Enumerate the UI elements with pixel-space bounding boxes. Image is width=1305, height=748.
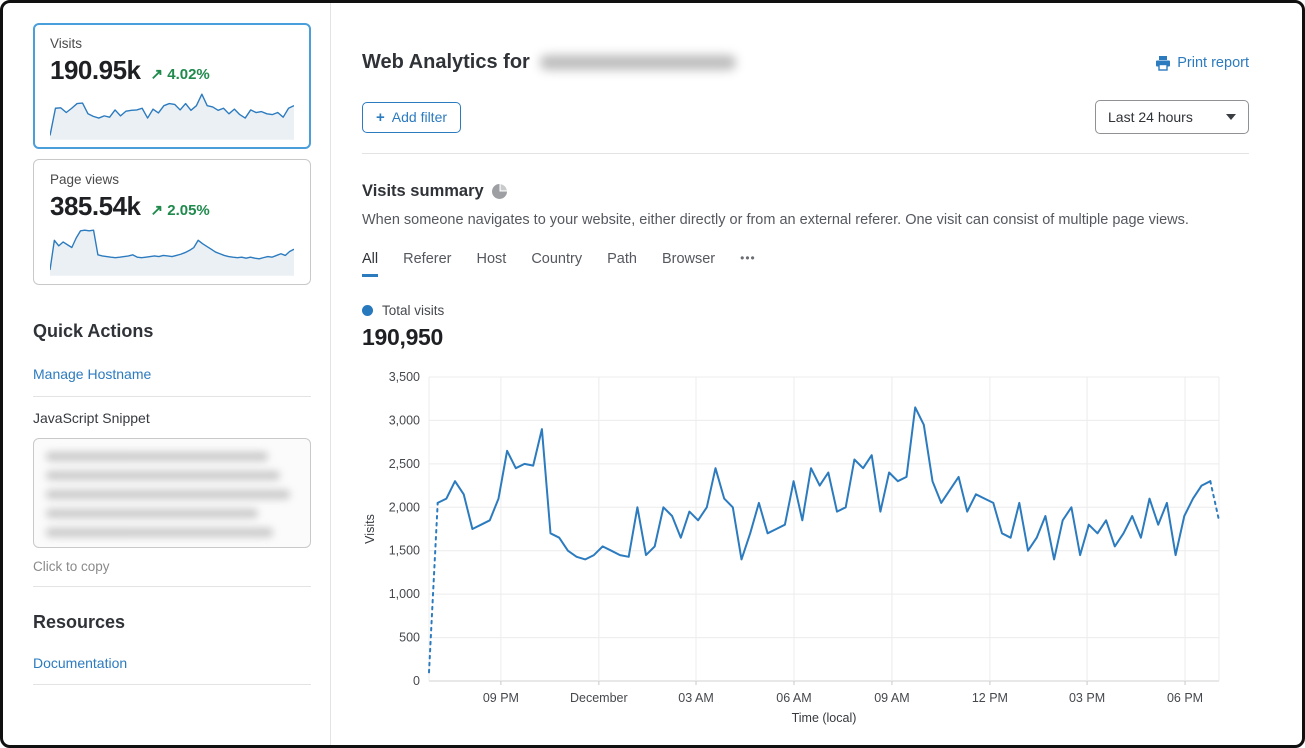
javascript-snippet-copy-box[interactable] [33, 438, 311, 548]
print-report-link[interactable]: Print report [1155, 55, 1249, 71]
svg-text:12 PM: 12 PM [972, 691, 1008, 705]
divider [33, 684, 311, 685]
print-report-label: Print report [1177, 55, 1249, 71]
chevron-down-icon [1226, 114, 1236, 120]
divider [362, 153, 1249, 154]
redacted-code-line [46, 471, 280, 480]
redacted-code-line [46, 452, 268, 461]
metric-label: Page views [50, 172, 294, 187]
svg-text:1,000: 1,000 [389, 587, 420, 601]
plus-icon: + [376, 109, 385, 126]
svg-text:500: 500 [399, 631, 420, 645]
tab-browser[interactable]: Browser [662, 251, 715, 277]
javascript-snippet-label: JavaScript Snippet [33, 410, 311, 426]
redacted-site-domain [540, 55, 736, 70]
svg-text:0: 0 [413, 674, 420, 688]
documentation-link[interactable]: Documentation [33, 655, 127, 671]
tab-more-ellipsis[interactable]: ••• [740, 251, 756, 277]
printer-icon [1155, 55, 1171, 71]
svg-text:03 AM: 03 AM [678, 691, 713, 705]
svg-text:2,500: 2,500 [389, 457, 420, 471]
time-range-select[interactable]: Last 24 hours [1095, 100, 1249, 134]
svg-text:09 AM: 09 AM [874, 691, 909, 705]
redacted-code-line [46, 490, 290, 499]
visits-time-series-chart: 0 500 1,000 1,500 2,000 2,500 3,000 3,500 09 PM D… [362, 369, 1249, 726]
chart-legend: Total visits [362, 303, 1249, 318]
time-range-value: Last 24 hours [1108, 109, 1193, 125]
metric-change-value: 4.02% [167, 66, 210, 83]
svg-text:06 AM: 06 AM [776, 691, 811, 705]
visits-summary-heading: Visits summary [362, 182, 484, 201]
total-visits-value: 190,950 [362, 324, 1249, 351]
metric-change-value: 2.05% [167, 202, 210, 219]
visits-sparkline-chart [50, 88, 294, 140]
svg-text:06 PM: 06 PM [1167, 691, 1203, 705]
tab-referer[interactable]: Referer [403, 251, 451, 277]
trend-up-arrow-icon: ↗ [150, 202, 163, 219]
redacted-code-line [46, 528, 273, 537]
manage-hostname-link[interactable]: Manage Hostname [33, 366, 151, 382]
svg-text:2,000: 2,000 [389, 500, 420, 514]
metric-label: Visits [50, 36, 294, 51]
summary-tabs: All Referer Host Country Path Browser ••… [362, 251, 1249, 277]
main-panel: Web Analytics for Print report + Add fil… [330, 3, 1299, 745]
page-title-text: Web Analytics for [362, 51, 530, 74]
page-title: Web Analytics for [362, 51, 736, 74]
tab-host[interactable]: Host [476, 251, 506, 277]
click-to-copy-hint: Click to copy [33, 559, 311, 574]
sidebar: Visits 190.95k ↗ 4.02% Page views 385.54… [33, 23, 311, 685]
resources-heading: Resources [33, 612, 311, 633]
divider [33, 396, 311, 397]
legend-label: Total visits [382, 303, 444, 318]
pie-chart-icon [492, 184, 507, 199]
app-window: Visits 190.95k ↗ 4.02% Page views 385.54… [0, 0, 1305, 748]
tab-path[interactable]: Path [607, 251, 637, 277]
svg-text:Visits: Visits [363, 514, 377, 544]
add-filter-label: Add filter [392, 109, 447, 125]
svg-text:09 PM: 09 PM [483, 691, 519, 705]
metric-value: 190.95k [50, 55, 140, 86]
legend-dot-icon [362, 305, 373, 316]
line-chart-canvas: 0 500 1,000 1,500 2,000 2,500 3,000 3,500 09 PM D… [362, 369, 1249, 726]
svg-text:03 PM: 03 PM [1069, 691, 1105, 705]
svg-text:December: December [570, 691, 628, 705]
add-filter-button[interactable]: + Add filter [362, 102, 461, 133]
page-views-sparkline-chart [50, 224, 294, 276]
svg-text:3,500: 3,500 [389, 370, 420, 384]
trend-up-indicator: ↗ 2.05% [150, 201, 209, 219]
svg-text:1,500: 1,500 [389, 544, 420, 558]
redacted-code-line [46, 509, 258, 518]
metric-card-visits[interactable]: Visits 190.95k ↗ 4.02% [33, 23, 311, 149]
metric-value: 385.54k [50, 191, 140, 222]
tab-all[interactable]: All [362, 251, 378, 277]
svg-text:3,000: 3,000 [389, 413, 420, 427]
trend-up-indicator: ↗ 4.02% [150, 65, 209, 83]
trend-up-arrow-icon: ↗ [150, 66, 163, 83]
tab-country[interactable]: Country [531, 251, 582, 277]
quick-actions-heading: Quick Actions [33, 321, 311, 342]
metric-card-page-views[interactable]: Page views 385.54k ↗ 2.05% [33, 159, 311, 285]
svg-text:Time (local): Time (local) [792, 711, 857, 725]
visits-summary-description: When someone navigates to your website, … [362, 212, 1249, 228]
divider [33, 586, 311, 587]
